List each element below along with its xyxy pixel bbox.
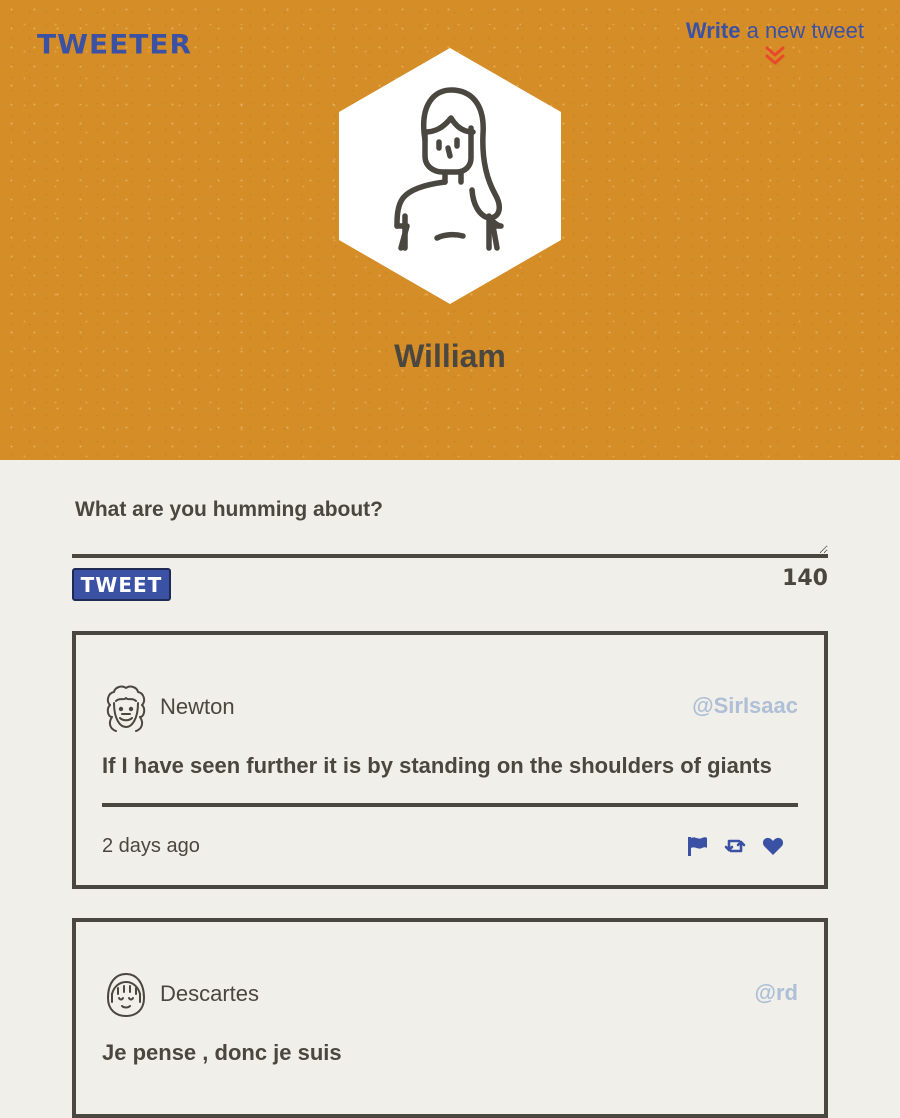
profile-header: TWEETER Write a new tweet William [0, 0, 900, 460]
app-logo[interactable]: TWEETER [37, 29, 192, 60]
tweet-author-handle[interactable]: @rd [755, 980, 798, 1006]
tweet-author-name[interactable]: Descartes [160, 981, 259, 1007]
retweet-icon[interactable] [724, 835, 746, 857]
tweet-text: If I have seen further it is by standing… [102, 753, 772, 778]
tweet-header: Descartes @rd [102, 970, 798, 1020]
tweet-author-name[interactable]: Newton [160, 694, 235, 720]
tweet-textarea[interactable] [72, 486, 828, 558]
tweet-button[interactable]: TWEET [72, 568, 171, 601]
write-link-strong: Write [685, 18, 741, 43]
write-link-rest: a new tweet [740, 18, 864, 43]
write-new-tweet-link[interactable]: Write a new tweet [686, 18, 864, 66]
compose-row: TWEET 140 [72, 566, 828, 601]
curly-hair-man-avatar-icon [102, 683, 150, 733]
tweet-card: Newton @SirIsaac If I have seen further … [72, 631, 828, 889]
avatar-hexagon [339, 48, 561, 304]
tweet-divider [102, 803, 798, 807]
bob-hair-avatar-icon [102, 970, 150, 1020]
tweet-header: Newton @SirIsaac [102, 683, 798, 733]
profile-avatar [339, 48, 561, 304]
tweet-author-handle[interactable]: @SirIsaac [692, 693, 798, 719]
tweet-card: Descartes @rd Je pense , donc je suis [72, 918, 828, 1118]
double-chevron-down-icon [764, 46, 786, 66]
heart-icon[interactable] [762, 835, 784, 857]
flag-icon[interactable] [686, 835, 708, 857]
tweet-actions [686, 833, 784, 859]
char-counter: 140 [782, 566, 828, 591]
profile-username: William [394, 338, 506, 374]
compose-form: TWEET 140 [72, 486, 828, 601]
tweet-text: Je pense , donc je suis [102, 1040, 342, 1065]
tweet-timestamp: 2 days ago [102, 835, 200, 857]
